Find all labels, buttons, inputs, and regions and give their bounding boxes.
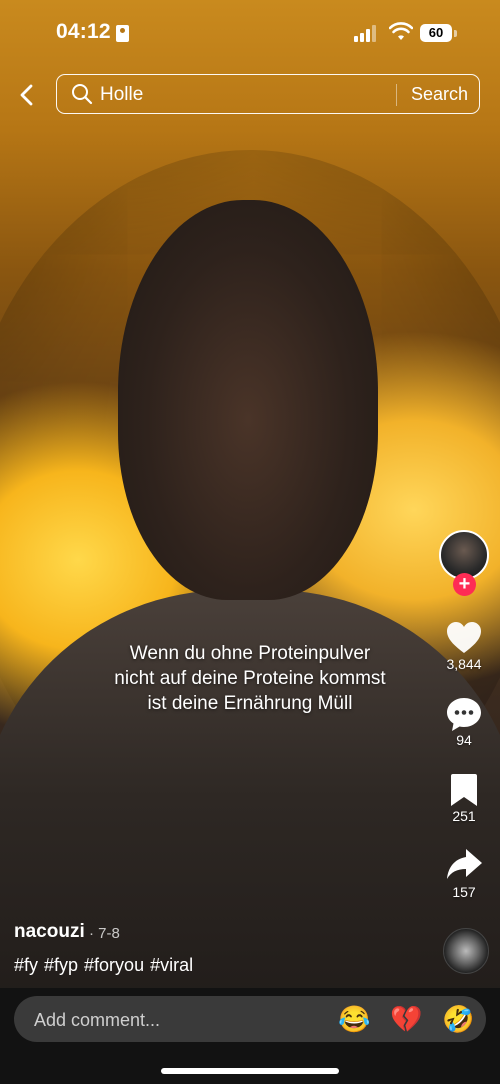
like-count: 3,844 bbox=[446, 656, 482, 672]
home-indicator[interactable] bbox=[161, 1068, 339, 1074]
share-arrow-icon[interactable] bbox=[444, 844, 484, 884]
video-caption: Wenn du ohne Proteinpulver nicht auf dei… bbox=[114, 643, 386, 714]
heart-icon[interactable] bbox=[444, 618, 484, 658]
music-disc-icon[interactable] bbox=[443, 928, 489, 974]
rofl-emoji-icon[interactable]: 🤣 bbox=[442, 1004, 474, 1034]
laughing-emoji-icon[interactable]: 😂 bbox=[338, 1004, 370, 1034]
bookmark-icon[interactable] bbox=[444, 770, 484, 810]
back-chevron-icon[interactable] bbox=[14, 80, 42, 110]
comment-count: 94 bbox=[456, 732, 472, 748]
cellular-signal-icon bbox=[354, 24, 380, 42]
status-time: 04:12 bbox=[56, 20, 111, 43]
search-input[interactable]: Holle Search bbox=[56, 74, 480, 114]
follow-plus-button[interactable]: + bbox=[453, 573, 476, 596]
hashtags[interactable]: #fy #fyp #foryou #viral bbox=[14, 955, 193, 976]
search-divider bbox=[396, 84, 397, 106]
broken-heart-emoji-icon[interactable]: 💔 bbox=[390, 1004, 422, 1034]
search-query[interactable]: Holle bbox=[100, 84, 143, 106]
comment-placeholder: Add comment... bbox=[34, 1010, 161, 1030]
share-count: 157 bbox=[452, 884, 476, 900]
comment-input[interactable]: Add comment... 😂 💔 🤣 bbox=[14, 996, 486, 1042]
save-count: 251 bbox=[452, 808, 476, 824]
battery-indicator: 60 bbox=[420, 24, 452, 42]
wifi-icon bbox=[389, 22, 413, 40]
status-bar: 04:12 60 bbox=[0, 0, 500, 66]
username[interactable]: nacouzi bbox=[14, 921, 85, 943]
battery-tip bbox=[454, 30, 457, 37]
post-date: · 7-8 bbox=[89, 925, 120, 942]
search-button[interactable]: Search bbox=[411, 84, 468, 105]
comment-icon[interactable] bbox=[444, 694, 484, 734]
person-head bbox=[118, 200, 378, 600]
id-card-icon bbox=[116, 25, 129, 42]
search-icon bbox=[72, 84, 93, 105]
